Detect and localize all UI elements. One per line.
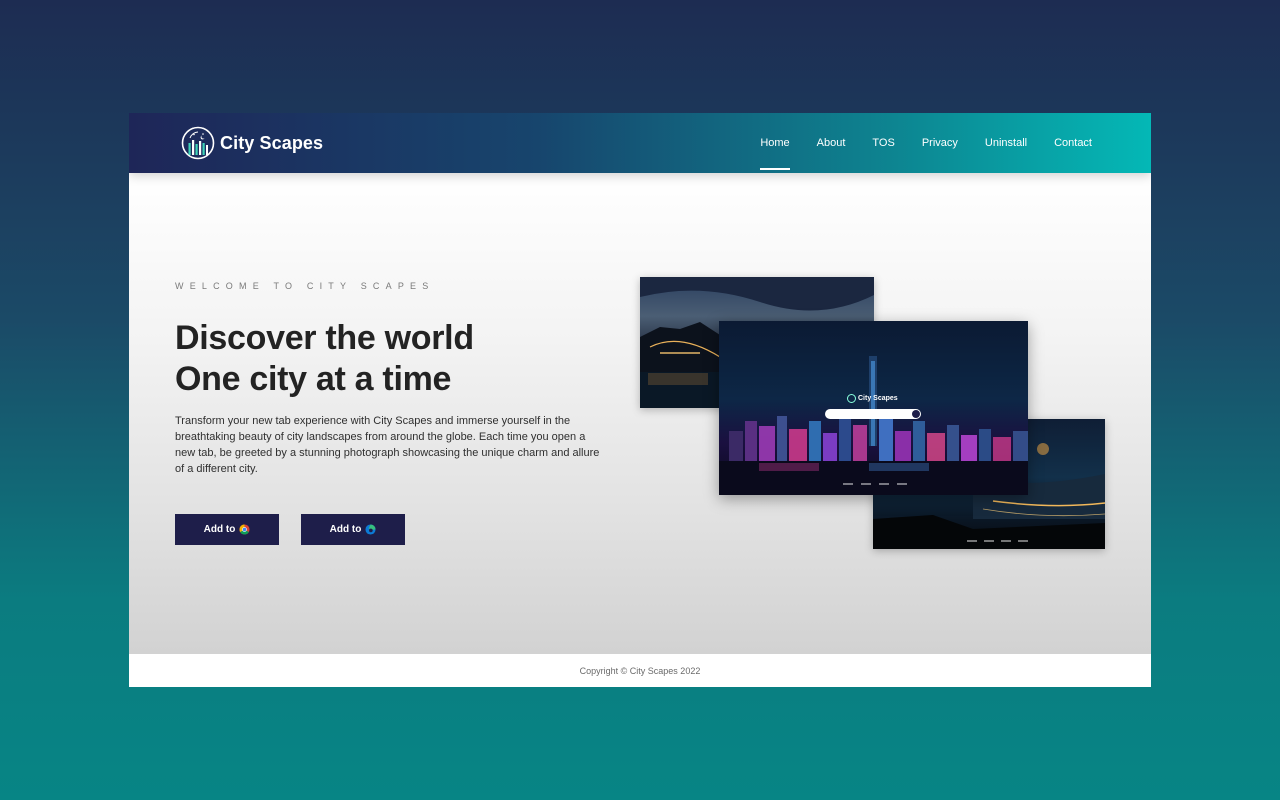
add-to-chrome-label: Add to [203, 524, 236, 535]
preview-brand-icon [847, 394, 856, 403]
hero-section: Welcome to City Scapes Discover the worl… [129, 173, 1151, 654]
preview-front-scene [719, 356, 1028, 495]
hero-headline: Discover the world One city at a time [175, 318, 474, 400]
nav-privacy[interactable]: Privacy [922, 113, 958, 173]
nav-contact[interactable]: Contact [1054, 113, 1092, 173]
nav-home[interactable]: Home [760, 113, 791, 173]
brand[interactable]: City Scapes [181, 126, 323, 160]
chrome-icon [239, 524, 250, 535]
preview-front-links [843, 483, 907, 485]
preview-brand: City Scapes [847, 394, 898, 403]
edge-icon [365, 524, 376, 535]
preview-link-placeholder [1001, 540, 1011, 542]
nav-about[interactable]: About [817, 113, 846, 173]
top-nav: City Scapes Home About TOS Privacy Unins… [129, 113, 1151, 173]
brand-name: City Scapes [220, 132, 324, 153]
hero-description: Transform your new tab experience with C… [175, 415, 600, 475]
add-to-chrome-button[interactable]: Add to [175, 514, 279, 545]
add-to-edge-label: Add to [329, 524, 362, 535]
preview-link-placeholder [984, 540, 994, 542]
preview-link-placeholder [967, 540, 977, 542]
main-menu: Home About TOS Privacy Uninstall Contact [733, 113, 1092, 173]
footer: Copyright © City Scapes 2022 [129, 654, 1151, 687]
preview-search-icon [912, 410, 920, 418]
city-skyline-circle-icon [181, 126, 215, 160]
preview-link-placeholder [1018, 540, 1028, 542]
preview-link-placeholder [897, 483, 907, 485]
add-to-edge-button[interactable]: Add to [301, 514, 405, 545]
nav-uninstall[interactable]: Uninstall [985, 113, 1027, 173]
preview-image-front: City Scapes [719, 321, 1028, 495]
preview-brand-name: City Scapes [858, 395, 898, 402]
preview-right-links [967, 540, 1028, 542]
hero-eyebrow: Welcome to City Scapes [175, 281, 435, 291]
nav-tos[interactable]: TOS [872, 113, 894, 173]
website-frame: City Scapes Home About TOS Privacy Unins… [129, 113, 1151, 687]
preview-link-placeholder [879, 483, 889, 485]
preview-link-placeholder [861, 483, 871, 485]
headline-line-1: Discover the world [175, 319, 474, 357]
preview-search-bar [825, 409, 921, 419]
headline-line-2: One city at a time [175, 360, 452, 398]
preview-link-placeholder [843, 483, 853, 485]
copyright-text: Copyright © City Scapes 2022 [579, 666, 701, 676]
